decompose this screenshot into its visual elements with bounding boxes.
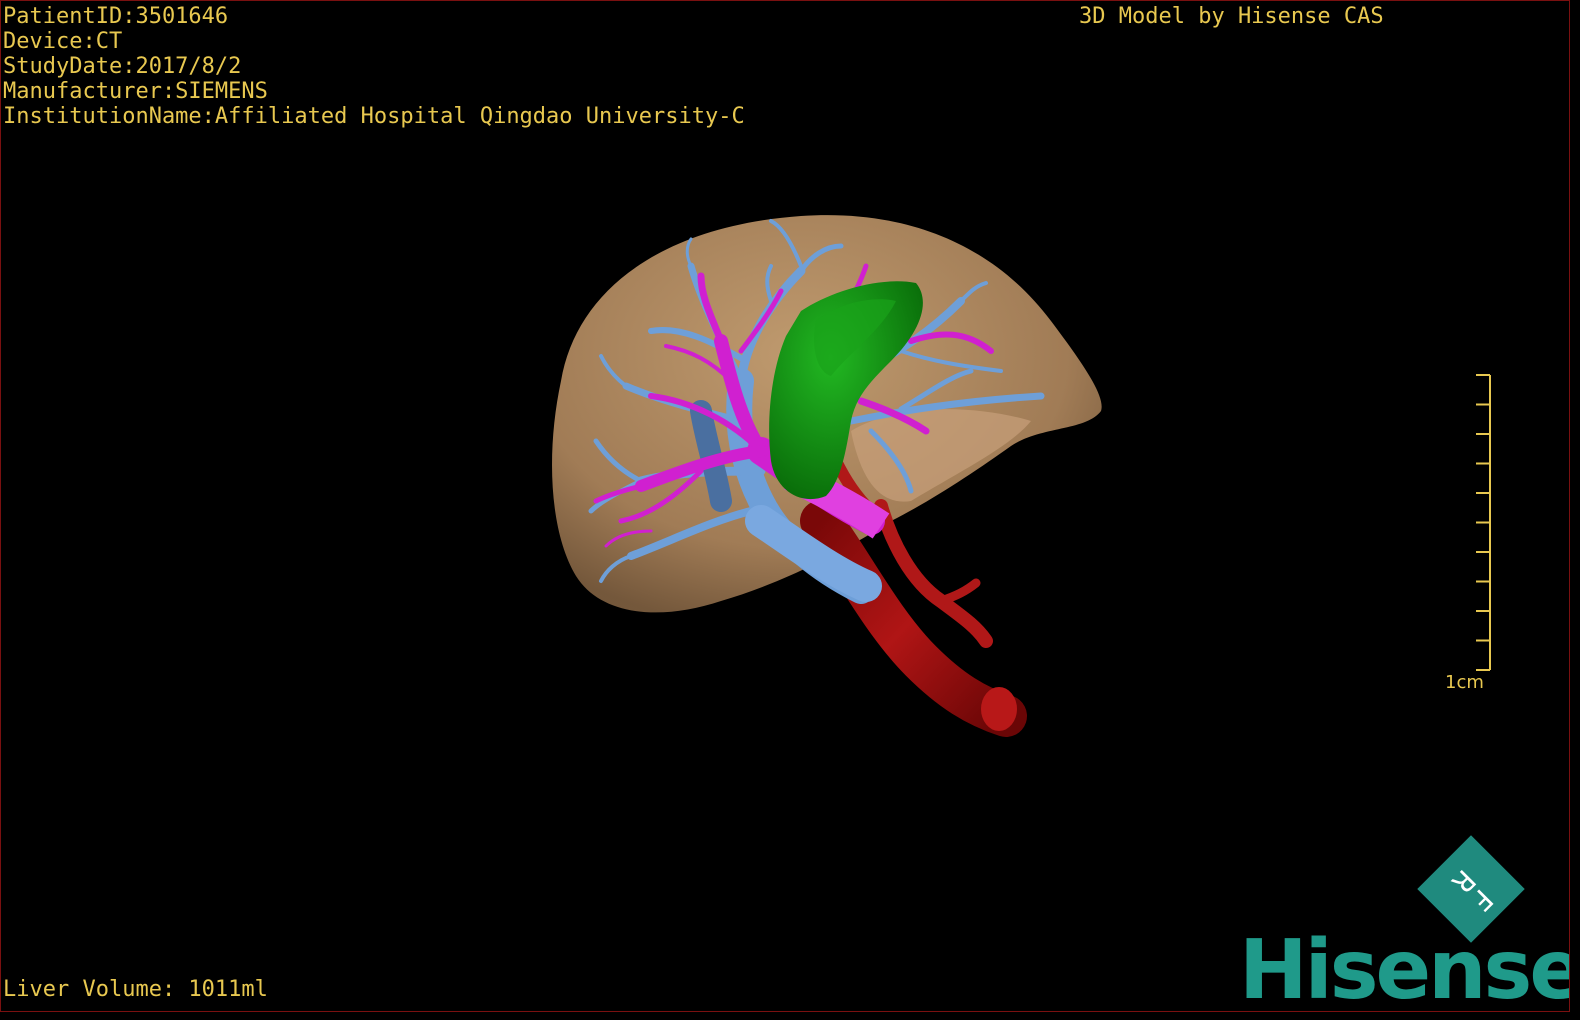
study-date: StudyDate:2017/8/2 — [3, 54, 242, 79]
aorta — [800, 500, 1027, 737]
liver-volume: Liver Volume: 1011ml — [3, 977, 268, 1002]
institution-name: InstitutionName:Affiliated Hospital Qing… — [3, 104, 745, 129]
3d-viewport[interactable]: PatientID:3501646 Device:CT StudyDate:20… — [0, 0, 1570, 1012]
patient-info-overlay: PatientID:3501646 Device:CT StudyDate:20… — [3, 4, 745, 129]
patient-id: PatientID:3501646 — [3, 4, 229, 29]
hisense-logo: Hisense — [1239, 923, 1570, 1012]
aorta-end — [981, 687, 1017, 731]
manufacturer: Manufacturer:SIEMENS — [3, 79, 268, 104]
scale-label: 1cm — [1445, 672, 1484, 693]
liver-3d-model[interactable] — [1, 1, 1569, 1011]
device: Device:CT — [3, 29, 123, 54]
model-credit: 3D Model by Hisense CAS — [1079, 4, 1384, 29]
scale-bar — [1476, 374, 1491, 671]
